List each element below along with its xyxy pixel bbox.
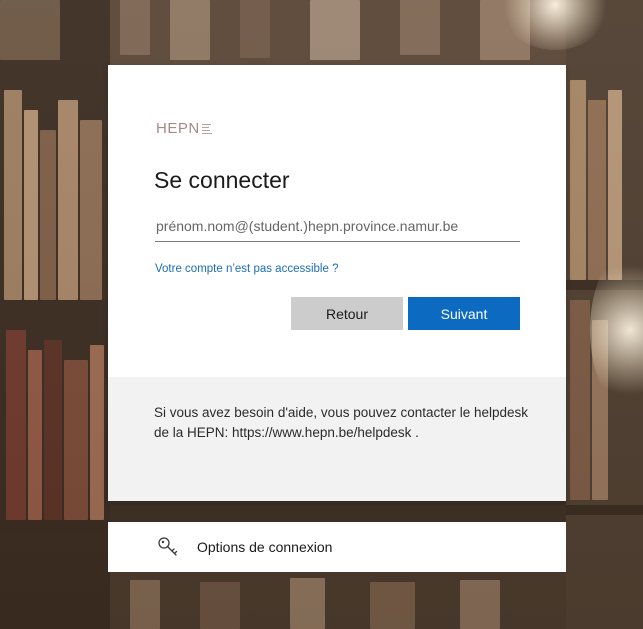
logo-text: HEPN	[156, 119, 200, 137]
helpdesk-text: Si vous avez besoin d'aide, vous pouvez …	[154, 405, 529, 440]
sign-in-options-label: Options de connexion	[197, 539, 333, 555]
help-footer: Si vous avez besoin d'aide, vous pouvez …	[108, 377, 566, 501]
hepn-logo: HEPN	[156, 119, 212, 137]
account-inaccessible-link[interactable]: Votre compte n’est pas accessible ?	[155, 263, 338, 275]
next-button[interactable]: Suivant	[408, 297, 520, 330]
email-input[interactable]	[155, 211, 520, 242]
login-panel: HEPN Se connecter Votre compte n’est pas…	[108, 65, 566, 377]
page-title: Se connecter	[154, 167, 290, 193]
sign-in-options-button[interactable]: Options de connexion	[108, 522, 566, 572]
login-card: HEPN Se connecter Votre compte n’est pas…	[108, 65, 566, 501]
key-icon	[156, 535, 180, 559]
logo-bars-icon	[201, 122, 212, 135]
back-button[interactable]: Retour	[291, 297, 403, 330]
